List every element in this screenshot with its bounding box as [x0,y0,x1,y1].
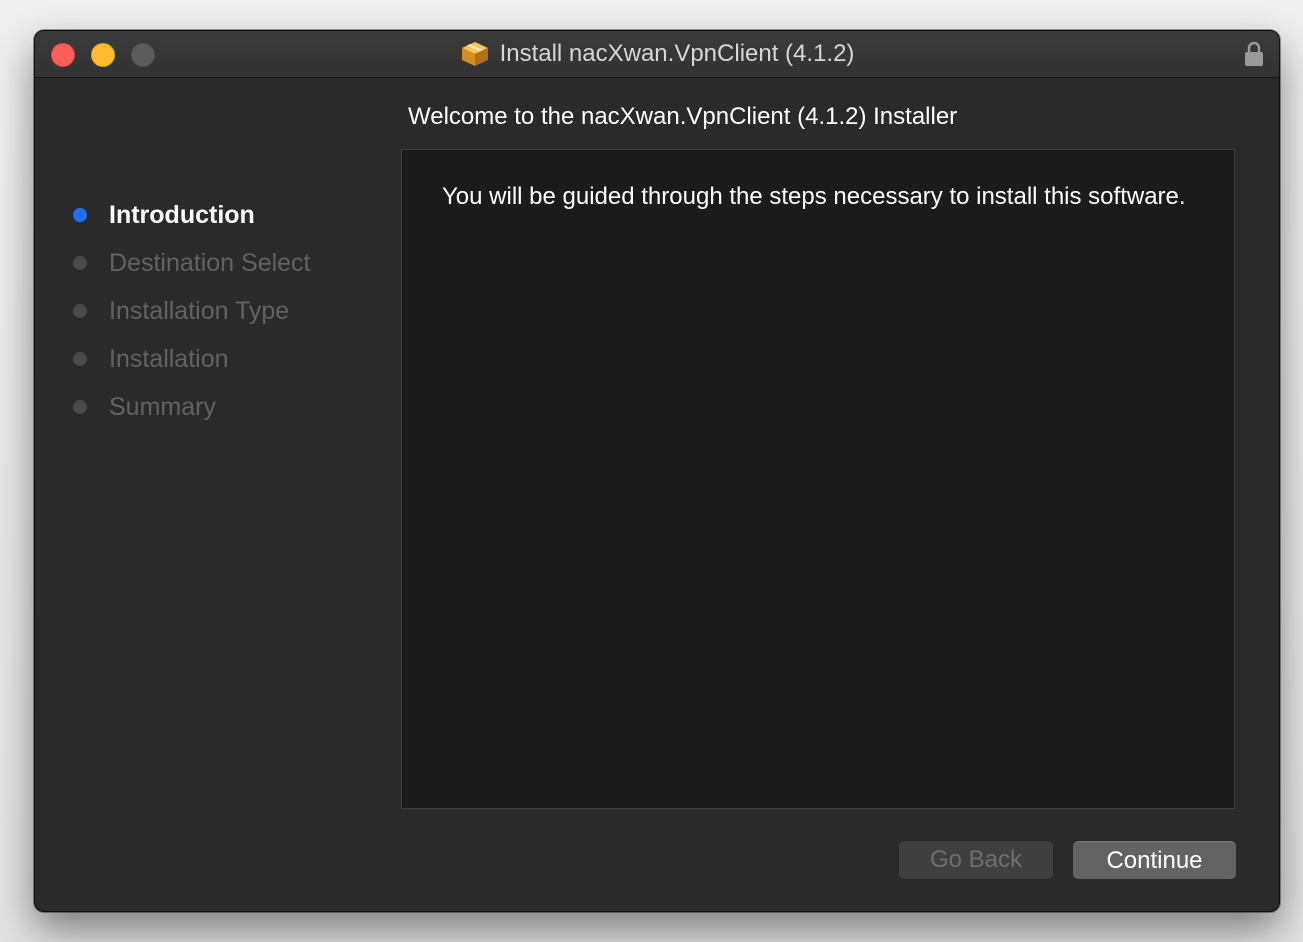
step-label: Destination Select [109,248,311,277]
continue-button[interactable]: Continue [1073,841,1236,879]
content-pane: You will be guided through the steps nec… [401,149,1235,809]
window-title: Install nacXwan.VpnClient (4.1.2) [499,40,855,67]
step-label: Installation [109,344,229,373]
step-indicator-dot [73,208,87,222]
step-indicator-dot [73,256,87,270]
installer-steps-sidebar: Introduction Destination Select Installa… [73,191,393,431]
go-back-button[interactable]: Go Back [899,841,1053,879]
lock-icon[interactable] [1243,41,1265,67]
step-installation: Installation [73,335,393,383]
page-title: Welcome to the nacXwan.VpnClient (4.1.2)… [408,103,958,130]
installer-window: Install nacXwan.VpnClient (4.1.2) Welcom… [34,30,1280,912]
intro-message: You will be guided through the steps nec… [442,183,1186,210]
step-indicator-dot [73,304,87,318]
step-summary: Summary [73,383,393,431]
step-label: Installation Type [109,296,290,325]
step-installation-type: Installation Type [73,287,393,335]
step-indicator-dot [73,352,87,366]
step-label: Summary [109,392,216,421]
step-indicator-dot [73,400,87,414]
package-icon [460,40,490,68]
step-destination-select: Destination Select [73,239,393,287]
title-bar[interactable]: Install nacXwan.VpnClient (4.1.2) [35,31,1279,78]
step-introduction: Introduction [73,191,393,239]
step-label: Introduction [109,200,255,229]
window-title-group: Install nacXwan.VpnClient (4.1.2) [35,31,1279,77]
